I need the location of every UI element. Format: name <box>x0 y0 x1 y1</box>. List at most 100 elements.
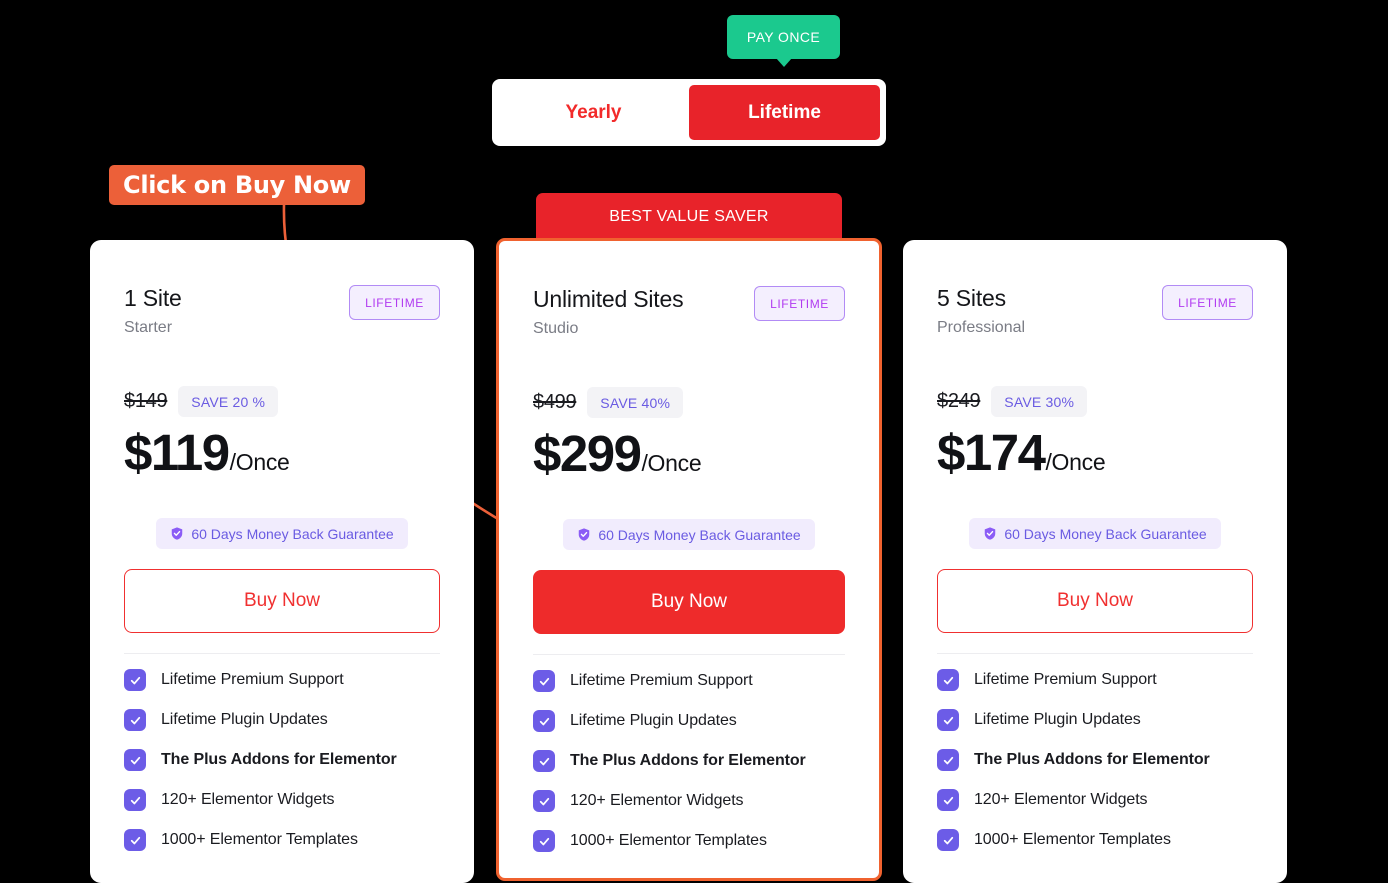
pay-once-badge: PAY ONCE <box>727 15 840 59</box>
feature-item: 120+ Elementor Widgets <box>124 789 440 811</box>
feature-label: The Plus Addons for Elementor <box>570 752 806 769</box>
plan-title: Unlimited Sites <box>533 286 684 312</box>
pricing-page: PAY ONCE Yearly Lifetime Click on Buy No… <box>0 0 1388 883</box>
old-price: $499 <box>533 391 577 413</box>
check-icon <box>124 749 146 771</box>
feature-item: 120+ Elementor Widgets <box>533 790 845 812</box>
feature-list: Lifetime Premium Support Lifetime Plugin… <box>533 670 845 852</box>
price-amount: $174 <box>937 424 1046 481</box>
toggle-option-yearly[interactable]: Yearly <box>498 85 689 140</box>
buy-now-label: Buy Now <box>243 590 321 611</box>
shield-check-icon <box>172 527 183 540</box>
feature-label: Lifetime Premium Support <box>974 671 1157 688</box>
feature-item: The Plus Addons for Elementor <box>937 749 1253 771</box>
feature-label: 1000+ Elementor Templates <box>974 831 1171 848</box>
feature-item: 1000+ Elementor Templates <box>937 829 1253 851</box>
feature-item: 1000+ Elementor Templates <box>124 829 440 851</box>
feature-label: 120+ Elementor Widgets <box>570 792 744 809</box>
price-amount: $119 <box>124 424 230 481</box>
divider <box>937 653 1253 654</box>
current-price: $174 /Once <box>937 423 1253 482</box>
toggle-option-lifetime-label: Lifetime <box>748 101 821 123</box>
card-header: Unlimited Sites Studio LIFETIME <box>533 241 845 338</box>
money-back-badge: 60 Days Money Back Guarantee <box>563 519 815 550</box>
price-row: $249 SAVE 30% <box>937 386 1253 417</box>
term-badge-label: LIFETIME <box>365 295 424 310</box>
feature-item: Lifetime Premium Support <box>937 669 1253 691</box>
best-value-ribbon-label: BEST VALUE SAVER <box>609 208 769 225</box>
check-icon <box>533 750 555 772</box>
plan-subtitle: Studio <box>533 320 579 337</box>
save-badge: SAVE 20 % <box>178 386 279 417</box>
term-badge: LIFETIME <box>349 285 440 320</box>
buy-now-label: Buy Now <box>650 591 728 612</box>
term-badge-label: LIFETIME <box>770 296 829 311</box>
term-badge-label: LIFETIME <box>1178 295 1237 310</box>
annotation-callout-text: Click on Buy Now <box>123 171 351 199</box>
plan-subtitle: Starter <box>124 319 173 336</box>
plan-title: 5 Sites <box>937 285 1006 311</box>
buy-now-button[interactable]: Buy Now <box>937 569 1253 633</box>
price-period: /Once <box>1045 449 1106 475</box>
best-value-ribbon: BEST VALUE SAVER <box>536 193 842 241</box>
money-back-badge: 60 Days Money Back Guarantee <box>969 518 1221 549</box>
pricing-card-professional: 5 Sites Professional LIFETIME $249 SAVE … <box>903 240 1287 883</box>
term-badge: LIFETIME <box>754 286 845 321</box>
term-badge: LIFETIME <box>1162 285 1253 320</box>
current-price: $299 /Once <box>533 424 845 483</box>
feature-item: Lifetime Plugin Updates <box>124 709 440 731</box>
feature-item: Lifetime Plugin Updates <box>533 710 845 732</box>
feature-item: The Plus Addons for Elementor <box>533 750 845 772</box>
plan-identity: 5 Sites Professional <box>937 285 1025 337</box>
feature-label: 1000+ Elementor Templates <box>570 832 767 849</box>
money-back-label: 60 Days Money Back Guarantee <box>191 525 394 542</box>
divider <box>124 653 440 654</box>
billing-period-toggle[interactable]: Yearly Lifetime <box>492 79 886 146</box>
pricing-card-studio: Unlimited Sites Studio LIFETIME $499 SAV… <box>496 238 882 881</box>
feature-label: Lifetime Plugin Updates <box>570 712 737 729</box>
check-icon <box>937 709 959 731</box>
feature-list: Lifetime Premium Support Lifetime Plugin… <box>937 669 1253 851</box>
check-icon <box>124 709 146 731</box>
old-price: $149 <box>124 390 168 412</box>
price-period: /Once <box>641 450 702 476</box>
shield-check-icon <box>985 527 996 540</box>
toggle-option-lifetime[interactable]: Lifetime <box>689 85 880 140</box>
toggle-option-yearly-label: Yearly <box>565 101 622 123</box>
feature-label: The Plus Addons for Elementor <box>161 751 397 768</box>
feature-item: 120+ Elementor Widgets <box>937 789 1253 811</box>
plan-identity: 1 Site Starter <box>124 285 182 337</box>
feature-label: Lifetime Premium Support <box>570 672 753 689</box>
check-icon <box>937 749 959 771</box>
feature-item: Lifetime Premium Support <box>533 670 845 692</box>
save-badge: SAVE 40% <box>587 387 684 418</box>
annotation-callout: Click on Buy Now <box>109 165 365 205</box>
check-icon <box>533 710 555 732</box>
feature-label: 120+ Elementor Widgets <box>161 791 335 808</box>
pay-once-label: PAY ONCE <box>746 29 821 45</box>
feature-item: The Plus Addons for Elementor <box>124 749 440 771</box>
card-header: 5 Sites Professional LIFETIME <box>937 240 1253 337</box>
buy-now-label: Buy Now <box>1056 590 1134 611</box>
pay-once-badge-tail <box>776 58 792 67</box>
feature-item: Lifetime Premium Support <box>124 669 440 691</box>
buy-now-button[interactable]: Buy Now <box>124 569 440 633</box>
feature-label: Lifetime Plugin Updates <box>974 711 1141 728</box>
price-row: $149 SAVE 20 % <box>124 386 440 417</box>
price-amount: $299 <box>533 425 642 482</box>
price-row: $499 SAVE 40% <box>533 387 845 418</box>
money-back-label: 60 Days Money Back Guarantee <box>1004 525 1207 542</box>
feature-label: The Plus Addons for Elementor <box>974 751 1210 768</box>
check-icon <box>124 829 146 851</box>
money-back-label: 60 Days Money Back Guarantee <box>598 526 801 543</box>
buy-now-button[interactable]: Buy Now <box>533 570 845 634</box>
check-icon <box>937 829 959 851</box>
card-header: 1 Site Starter LIFETIME <box>124 240 440 337</box>
pricing-card-starter: 1 Site Starter LIFETIME $149 SAVE 20 % $… <box>90 240 474 883</box>
check-icon <box>937 669 959 691</box>
plan-title: 1 Site <box>124 285 182 311</box>
feature-item: Lifetime Plugin Updates <box>937 709 1253 731</box>
feature-label: Lifetime Premium Support <box>161 671 344 688</box>
feature-label: 120+ Elementor Widgets <box>974 791 1148 808</box>
check-icon <box>533 670 555 692</box>
